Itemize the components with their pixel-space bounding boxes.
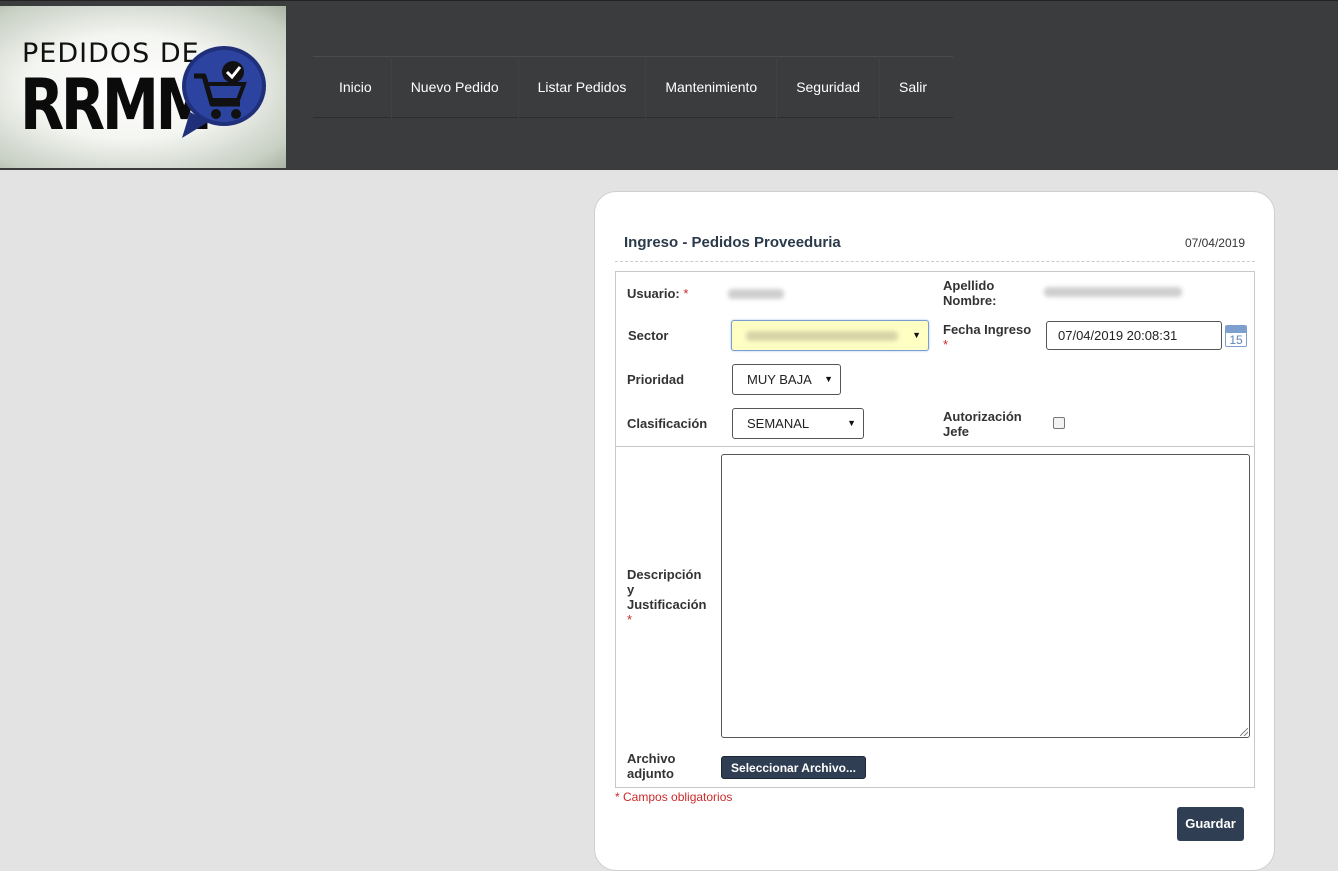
- nav-item-salir[interactable]: Salir: [880, 56, 946, 118]
- sector-label: Sector: [628, 328, 669, 343]
- sector-value-redacted: [746, 331, 898, 341]
- nav-item-listar-pedidos[interactable]: Listar Pedidos: [519, 56, 647, 118]
- descripcion-textarea[interactable]: [721, 454, 1250, 738]
- prioridad-select[interactable]: MUY BAJA ▼: [732, 364, 841, 395]
- sector-select[interactable]: ▼: [731, 320, 929, 351]
- fields-divider: [616, 446, 1254, 447]
- chevron-down-icon: ▼: [912, 330, 921, 340]
- autorizacion-label: Autorización: [943, 409, 1022, 424]
- order-form-card: Ingreso - Pedidos Proveeduria 07/04/2019…: [594, 191, 1275, 871]
- form-title: Ingreso - Pedidos Proveeduria: [624, 234, 841, 251]
- apellido-nombre-value-redacted: [1044, 287, 1182, 297]
- save-button[interactable]: Guardar: [1177, 807, 1244, 841]
- select-file-button[interactable]: Seleccionar Archivo...: [721, 756, 866, 779]
- form-fields: Usuario: * Apellido Nombre: Sector ▼ Fec…: [615, 271, 1255, 788]
- required-fields-note: * Campos obligatorios: [615, 790, 733, 804]
- nav-item-mantenimiento[interactable]: Mantenimiento: [646, 56, 778, 118]
- prioridad-value: MUY BAJA: [747, 372, 812, 387]
- apellido-label: Apellido: [943, 278, 995, 293]
- calendar-day: 15: [1229, 333, 1243, 347]
- calendar-icon[interactable]: 15: [1225, 325, 1247, 347]
- fecha-ingreso-label: Fecha Ingreso *: [943, 322, 1032, 352]
- prioridad-label: Prioridad: [627, 372, 685, 387]
- chevron-down-icon: ▼: [847, 418, 856, 428]
- nav-item-nuevo-pedido[interactable]: Nuevo Pedido: [392, 56, 519, 118]
- clasificacion-select[interactable]: SEMANAL ▼: [732, 408, 864, 439]
- usuario-value-redacted: [728, 289, 784, 299]
- cart-check-icon: [182, 46, 266, 138]
- main-nav: Inicio Nuevo Pedido Listar Pedidos Mante…: [313, 56, 953, 118]
- app-logo[interactable]: PEDIDOS DE RRMM: [0, 6, 286, 168]
- jefe-label: Jefe: [943, 424, 970, 439]
- nav-item-seguridad[interactable]: Seguridad: [777, 56, 881, 118]
- chevron-down-icon: ▼: [824, 374, 833, 384]
- required-mark: *: [683, 286, 689, 301]
- required-mark: *: [627, 612, 633, 627]
- autorizacion-jefe-checkbox[interactable]: [1053, 417, 1065, 429]
- header-bar: PEDIDOS DE RRMM Inicio Nuevo Pedido List…: [0, 0, 1338, 170]
- resize-handle-icon[interactable]: [1240, 728, 1248, 736]
- title-divider: [615, 261, 1255, 262]
- usuario-label: Usuario: *: [627, 286, 689, 301]
- fecha-ingreso-input[interactable]: 07/04/2019 20:08:31: [1046, 321, 1222, 350]
- clasificacion-label: Clasificación: [627, 416, 708, 431]
- form-date: 07/04/2019: [1184, 236, 1245, 250]
- clasificacion-value: SEMANAL: [747, 416, 810, 431]
- required-mark: *: [943, 337, 949, 352]
- adjunto-label: adjunto: [627, 766, 674, 781]
- descripcion-label: Descripción y Justificación *: [627, 567, 707, 627]
- nav-item-inicio[interactable]: Inicio: [313, 56, 392, 118]
- nombre-label: Nombre:: [943, 293, 997, 308]
- archivo-label: Archivo: [627, 751, 676, 766]
